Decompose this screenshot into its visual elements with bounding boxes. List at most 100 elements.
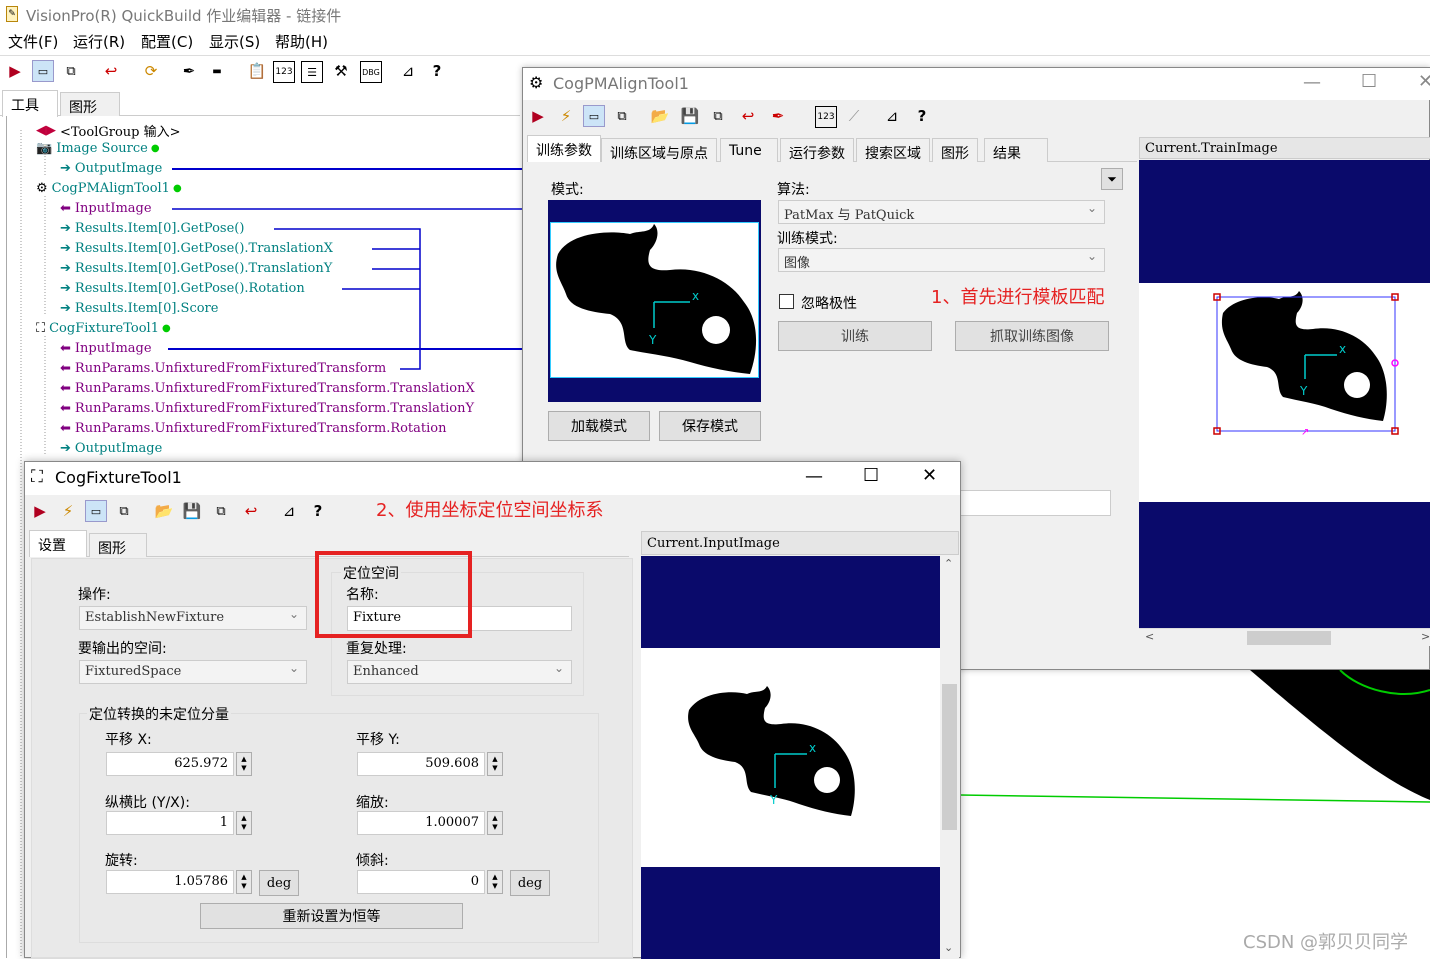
chart-icon[interactable]: ⊿ bbox=[278, 500, 300, 522]
train-mode-select[interactable]: 图像 bbox=[778, 248, 1105, 272]
skew-unit-button[interactable]: deg bbox=[510, 870, 550, 896]
close-icon[interactable]: ✕ bbox=[1418, 71, 1430, 92]
display-icon[interactable]: ▭ bbox=[583, 105, 605, 127]
pen-icon[interactable]: ✒ bbox=[767, 105, 789, 127]
tab-run-params[interactable]: 运行参数 bbox=[780, 138, 854, 162]
horizontal-scrollbar[interactable]: < > bbox=[1139, 628, 1430, 646]
svg-text:↗: ↗ bbox=[1301, 427, 1309, 438]
algorithm-select[interactable]: PatMax 与 PatQuick bbox=[778, 200, 1105, 224]
ignore-polarity-label: 忽略极性 bbox=[801, 296, 857, 312]
train-button[interactable]: 训练 bbox=[778, 321, 932, 351]
fixture-icon: ⛶ bbox=[31, 467, 43, 487]
graph-icon[interactable]: ⟋ bbox=[843, 105, 865, 127]
tab-train-params[interactable]: 训练参数 bbox=[527, 135, 601, 162]
pmalign-icon: ⚙ bbox=[529, 73, 544, 92]
run-icon[interactable]: ▶ bbox=[527, 105, 549, 127]
snapshot-icon[interactable]: ⧉ bbox=[210, 500, 232, 522]
annotation-step-1: 1、首先进行模板匹配 bbox=[931, 287, 1105, 308]
run-icon[interactable]: ▶ bbox=[29, 500, 51, 522]
tab-graphics[interactable]: 图形 bbox=[932, 138, 978, 162]
skew-spinner[interactable]: ▲ ▼ bbox=[487, 870, 503, 894]
load-pattern-button[interactable]: 加载模式 bbox=[548, 411, 650, 441]
translate-y-input[interactable]: 509.608 bbox=[357, 752, 485, 776]
windows-icon[interactable]: ⧉ bbox=[611, 105, 633, 127]
scroll-down-icon[interactable]: ⌄ bbox=[944, 941, 953, 954]
aspect-input[interactable]: 1 bbox=[106, 811, 234, 835]
grab-train-image-button[interactable]: 抓取训练图像 bbox=[955, 321, 1109, 351]
minimize-icon[interactable]: — bbox=[805, 466, 823, 487]
button-label: 保存模式 bbox=[682, 419, 738, 435]
skew-label: 倾斜: bbox=[356, 853, 389, 869]
tab-train-region[interactable]: 训练区域与原点 bbox=[601, 138, 717, 162]
ignore-polarity-checkbox[interactable] bbox=[779, 294, 794, 309]
rotation-input[interactable]: 1.05786 bbox=[106, 870, 234, 894]
tab-graphics[interactable]: 图形 bbox=[89, 533, 147, 557]
scroll-thumb[interactable] bbox=[942, 684, 957, 830]
algorithm-label: 算法: bbox=[777, 182, 810, 198]
open-icon[interactable]: 📂 bbox=[153, 500, 175, 522]
pm-titlebar: ⚙ CogPMAlignTool1 — ☐ ✕ bbox=[523, 68, 1430, 100]
open-icon[interactable]: 📂 bbox=[649, 105, 671, 127]
vertical-scrollbar[interactable]: ⌃ ⌄ bbox=[940, 556, 959, 959]
scale-label: 缩放: bbox=[356, 795, 389, 811]
scale-spinner[interactable]: ▲ ▼ bbox=[487, 811, 503, 835]
save-pattern-button[interactable]: 保存模式 bbox=[659, 411, 761, 441]
scroll-up-icon[interactable]: ⌃ bbox=[944, 557, 953, 570]
duplicate-handling-select[interactable]: Enhanced bbox=[347, 660, 572, 684]
skew-input[interactable]: 0 bbox=[357, 870, 485, 894]
display-icon[interactable]: ▭ bbox=[85, 500, 107, 522]
tab-settings[interactable]: 设置 bbox=[29, 530, 87, 557]
minimize-icon[interactable]: — bbox=[1303, 72, 1321, 93]
tab-tune[interactable]: Tune bbox=[720, 138, 778, 162]
maximize-icon[interactable]: ☐ bbox=[863, 465, 879, 486]
scale-input[interactable]: 1.00007 bbox=[357, 811, 485, 835]
input-image-display: x Y bbox=[641, 556, 940, 959]
link-icon[interactable]: ↩ bbox=[737, 105, 759, 127]
help-icon[interactable]: ? bbox=[911, 105, 933, 127]
maximize-icon[interactable]: ☐ bbox=[1361, 71, 1377, 92]
tab-label: 设置 bbox=[38, 538, 66, 554]
output-space-select[interactable]: FixturedSpace bbox=[79, 660, 307, 684]
expand-button[interactable]: ⏷ bbox=[1101, 168, 1123, 190]
svg-text:x: x bbox=[1339, 342, 1346, 356]
translate-x-spinner[interactable]: ▲ ▼ bbox=[236, 752, 252, 776]
aspect-spinner[interactable]: ▲ ▼ bbox=[236, 811, 252, 835]
button-label: 加载模式 bbox=[571, 419, 627, 435]
translate-y-spinner[interactable]: ▲ ▼ bbox=[487, 752, 503, 776]
save-icon[interactable]: 💾 bbox=[181, 500, 203, 522]
train-image-caption: Current.TrainImage bbox=[1139, 137, 1430, 159]
run-once-icon[interactable]: ⚡ bbox=[555, 105, 577, 127]
snapshot-icon[interactable]: ⧉ bbox=[707, 105, 729, 127]
tab-results[interactable]: 结果 bbox=[984, 138, 1048, 162]
chart-icon[interactable]: ⊿ bbox=[881, 105, 903, 127]
reset-identity-button[interactable]: 重新设置为恒等 bbox=[200, 903, 463, 929]
rotation-spinner[interactable]: ▲ ▼ bbox=[236, 870, 252, 894]
translate-x-input[interactable]: 625.972 bbox=[106, 752, 234, 776]
help-icon[interactable]: ? bbox=[307, 500, 329, 522]
pattern-image: x Y bbox=[548, 200, 761, 402]
translate-x-label: 平移 X: bbox=[105, 732, 152, 748]
svg-text:x: x bbox=[692, 289, 699, 303]
transform-group-label: 定位转换的未定位分量 bbox=[87, 704, 231, 724]
tab-search-region[interactable]: 搜索区域 bbox=[856, 138, 930, 162]
tab-label: 训练参数 bbox=[536, 143, 592, 159]
save-icon[interactable]: 💾 bbox=[679, 105, 701, 127]
rotation-unit-button[interactable]: deg bbox=[259, 870, 299, 896]
svg-text:x: x bbox=[809, 741, 816, 755]
windows-icon[interactable]: ⧉ bbox=[113, 500, 135, 522]
pattern-label: 模式: bbox=[551, 182, 584, 198]
scroll-thumb[interactable] bbox=[1247, 631, 1331, 645]
status-field bbox=[953, 490, 1111, 516]
counter-icon[interactable]: 123 bbox=[815, 106, 837, 128]
translate-y-label: 平移 Y: bbox=[356, 732, 400, 748]
train-image-shape: x Y ↗ bbox=[1213, 291, 1399, 438]
scroll-right-icon[interactable]: > bbox=[1421, 630, 1430, 643]
close-icon[interactable]: ✕ bbox=[922, 465, 937, 486]
scroll-left-icon[interactable]: < bbox=[1145, 630, 1154, 643]
run-once-icon[interactable]: ⚡ bbox=[57, 500, 79, 522]
operation-select[interactable]: EstablishNewFixture bbox=[79, 606, 307, 630]
tab-label: 搜索区域 bbox=[865, 146, 921, 162]
rotation-label: 旋转: bbox=[105, 853, 138, 869]
operation-label: 操作: bbox=[78, 587, 111, 603]
link-icon[interactable]: ↩ bbox=[240, 500, 262, 522]
